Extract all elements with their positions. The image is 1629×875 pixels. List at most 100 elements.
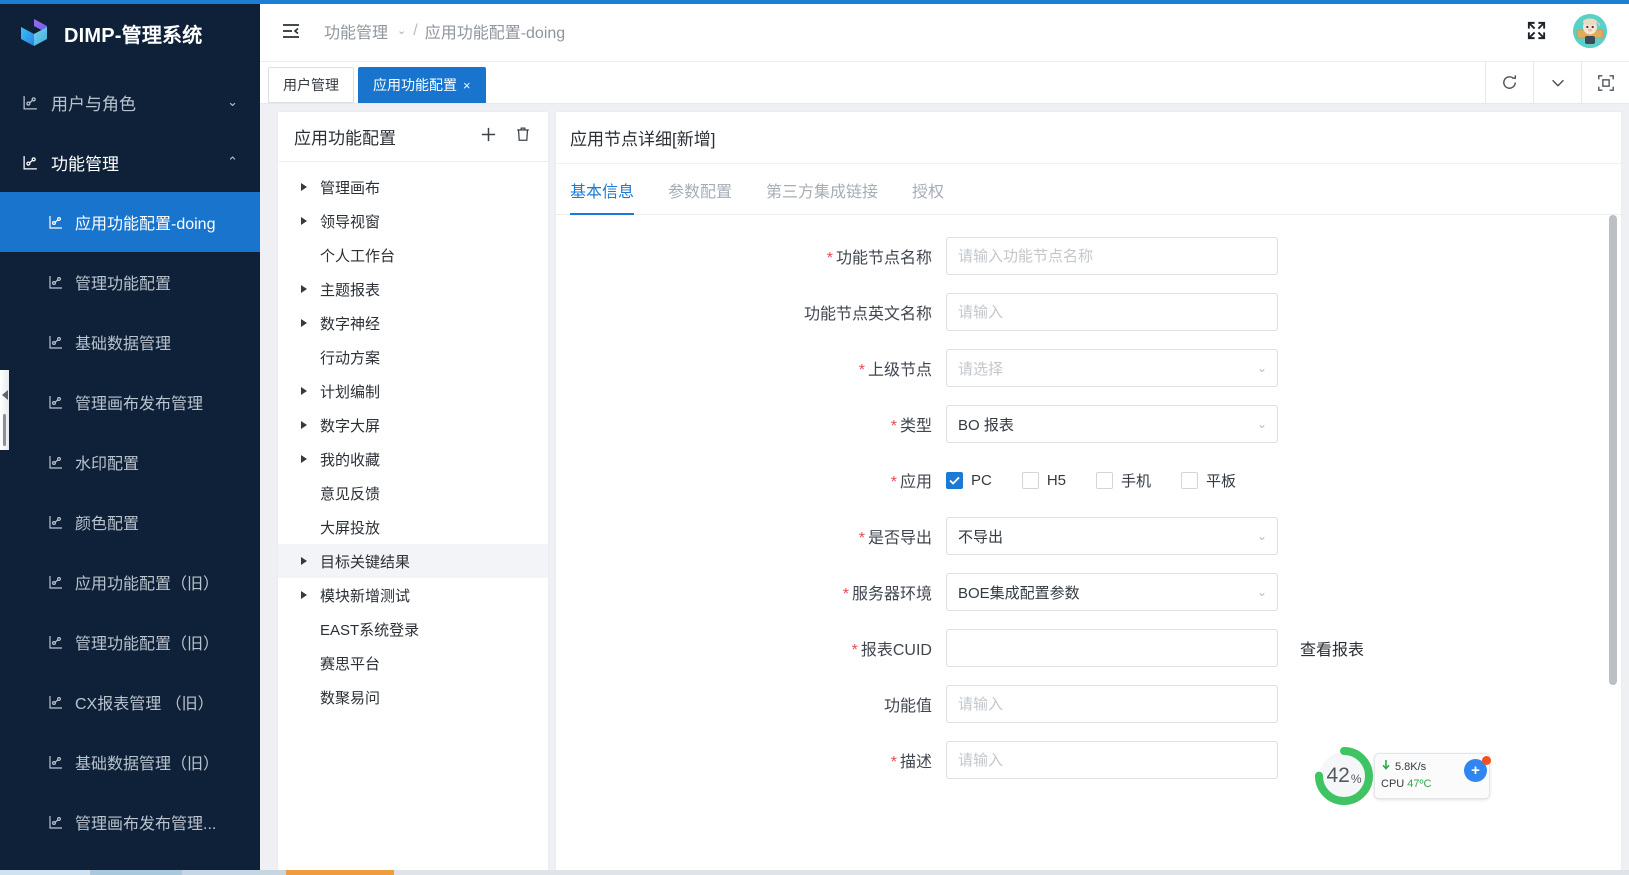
caret-right-icon[interactable] <box>296 557 312 565</box>
exportable-select[interactable]: 不导出 <box>946 517 1278 555</box>
tree-node-label: 主题报表 <box>320 281 381 299</box>
breadcrumb-parent[interactable]: 功能管理 <box>324 19 388 43</box>
avatar[interactable] <box>1573 13 1607 48</box>
type-select[interactable]: BO 报表 <box>946 405 1278 443</box>
tab-third-party-link[interactable]: 第三方集成链接 <box>766 164 878 214</box>
detail-panel-title: 应用节点详细[新增] <box>556 112 1621 164</box>
tree-node-label: 计划编制 <box>320 383 381 401</box>
tree-node[interactable]: 模块新增测试 <box>278 578 548 612</box>
sidebar-item-color-config[interactable]: 颜色配置 <box>0 492 260 552</box>
detail-panel: 应用节点详细[新增] 基本信息 参数配置 第三方集成链接 授权 * 功能节点名称… <box>556 112 1621 875</box>
node-name-input[interactable] <box>946 237 1278 275</box>
chevron-down-icon[interactable]: ⌄ <box>397 24 406 37</box>
checkbox-label: PC <box>971 471 992 489</box>
view-report-link[interactable]: 查看报表 <box>1300 636 1364 660</box>
sidebar-collapse-handle[interactable] <box>0 370 9 450</box>
sidebar-item-mgmt-function-config-old[interactable]: 管理功能配置（旧） <box>0 612 260 672</box>
tree-node[interactable]: 意见反馈 <box>278 476 548 510</box>
tab-app-function-config[interactable]: 应用功能配置 × <box>358 67 486 103</box>
tree-node[interactable]: 目标关键结果 <box>278 544 548 578</box>
tab-basic-info[interactable]: 基本信息 <box>570 164 635 215</box>
close-icon[interactable]: × <box>463 78 471 93</box>
caret-right-icon[interactable] <box>296 421 312 429</box>
caret-right-icon[interactable] <box>296 591 312 599</box>
tree-panel: 应用功能配置 管理画布 领导视窗 个人工作台 主题报表 数字神经 行动方案 计划… <box>278 112 548 875</box>
server-env-select[interactable]: BOE集成配置参数 <box>946 573 1278 611</box>
main-column: 功能管理 ⌄ / 应用功能配置-doing 用户管理 应用功能配置 × 应用功能… <box>260 0 1629 875</box>
checkbox-h5[interactable]: H5 <box>1021 471 1066 489</box>
required-star: * <box>858 530 865 547</box>
form-scrollbar[interactable] <box>1609 215 1617 685</box>
expand-icon[interactable] <box>1526 20 1547 41</box>
sidebar-item-label: 基础数据管理 <box>75 336 172 353</box>
sidebar-item-label: CX报表管理 （旧） <box>75 696 214 713</box>
sidebar-item-basic-data-mgmt-old[interactable]: 基础数据管理（旧） <box>0 732 260 792</box>
description-input[interactable] <box>946 741 1278 779</box>
required-star: * <box>851 642 858 659</box>
tree-node[interactable]: 领导视窗 <box>278 204 548 238</box>
sidebar-group-users-roles[interactable]: 用户与角色 ⌄ <box>0 72 260 132</box>
field-row-exportable: * 是否导出 不导出 ⌄ <box>556 517 1621 555</box>
checkbox-tablet[interactable]: 平板 <box>1181 470 1236 491</box>
sidebar-item-app-function-config-doing[interactable]: 应用功能配置-doing <box>0 192 260 252</box>
sidebar-item-canvas-publish-mgmt-more[interactable]: 管理画布发布管理... <box>0 792 260 852</box>
caret-right-icon[interactable] <box>296 455 312 463</box>
tree-node-label: 赛思平台 <box>320 655 381 673</box>
parent-node-select[interactable]: 请选择 <box>946 349 1278 387</box>
node-name-en-input[interactable] <box>946 293 1278 331</box>
caret-right-icon[interactable] <box>296 183 312 191</box>
report-cuid-input[interactable] <box>946 629 1278 667</box>
trash-icon[interactable] <box>514 125 532 149</box>
sidebar-submenu: 应用功能配置-doing 管理功能配置 基础数据管理 管理画布发布管理 水印配置… <box>0 192 260 852</box>
checkbox-mobile[interactable]: 手机 <box>1096 470 1151 491</box>
chevron-down-icon[interactable] <box>1533 62 1581 103</box>
node-chart-icon <box>48 214 64 230</box>
tree-node[interactable]: 行动方案 <box>278 340 548 374</box>
tree-node[interactable]: 赛思平台 <box>278 646 548 680</box>
brand: DIMP-管理系统 <box>0 0 260 66</box>
refresh-icon[interactable] <box>1485 62 1533 103</box>
tree-node[interactable]: 我的收藏 <box>278 442 548 476</box>
field-label: * 上级节点 <box>858 362 932 379</box>
tree-node[interactable]: 管理画布 <box>278 170 548 204</box>
required-star: * <box>890 474 897 491</box>
tree-node[interactable]: 数字神经 <box>278 306 548 340</box>
caret-right-icon[interactable] <box>296 217 312 225</box>
field-control <box>946 293 1278 331</box>
sidebar-item-canvas-publish-mgmt[interactable]: 管理画布发布管理 <box>0 372 260 432</box>
strip-seg <box>90 870 182 875</box>
tab-param-config[interactable]: 参数配置 <box>668 164 732 214</box>
sidebar-item-basic-data-mgmt[interactable]: 基础数据管理 <box>0 312 260 372</box>
tree-node[interactable]: 计划编制 <box>278 374 548 408</box>
tab-user-management[interactable]: 用户管理 <box>268 67 354 103</box>
tree-node[interactable]: 主题报表 <box>278 272 548 306</box>
tree-node-label: 数字大屏 <box>320 417 381 435</box>
tab-authorization[interactable]: 授权 <box>912 164 944 214</box>
tree-node[interactable]: 大屏投放 <box>278 510 548 544</box>
sidebar-group-function-mgmt[interactable]: 功能管理 ⌃ <box>0 132 260 192</box>
feature-value-input[interactable] <box>946 685 1278 723</box>
field-control: 不导出 ⌄ <box>946 517 1278 555</box>
tree-node[interactable]: 数聚易问 <box>278 680 548 714</box>
required-star: * <box>842 586 849 603</box>
fullscreen-frame-icon[interactable] <box>1581 62 1629 103</box>
select-value: BO 报表 <box>958 416 1014 434</box>
tree-node[interactable]: 数字大屏 <box>278 408 548 442</box>
caret-right-icon[interactable] <box>296 285 312 293</box>
checkbox-pc[interactable]: PC <box>946 471 992 489</box>
sidebar-item-app-function-config-old[interactable]: 应用功能配置（旧） <box>0 552 260 612</box>
sidebar-item-mgmt-function-config[interactable]: 管理功能配置 <box>0 252 260 312</box>
sidebar-group-label: 功能管理 <box>51 154 119 174</box>
tree-node[interactable]: EAST系统登录 <box>278 612 548 646</box>
breadcrumb-current: 应用功能配置-doing <box>424 24 566 42</box>
sidebar-item-watermark-config[interactable]: 水印配置 <box>0 432 260 492</box>
menu-fold-icon[interactable] <box>278 18 304 44</box>
caret-right-icon[interactable] <box>296 319 312 327</box>
tab-label: 用户管理 <box>283 77 339 93</box>
tree-node[interactable]: 个人工作台 <box>278 238 548 272</box>
caret-right-icon[interactable] <box>296 387 312 395</box>
tree-panel-actions <box>479 125 532 149</box>
plus-icon[interactable] <box>479 125 498 149</box>
select-value: 请选择 <box>958 360 1004 378</box>
sidebar-item-cx-report-mgmt-old[interactable]: CX报表管理 （旧） <box>0 672 260 732</box>
